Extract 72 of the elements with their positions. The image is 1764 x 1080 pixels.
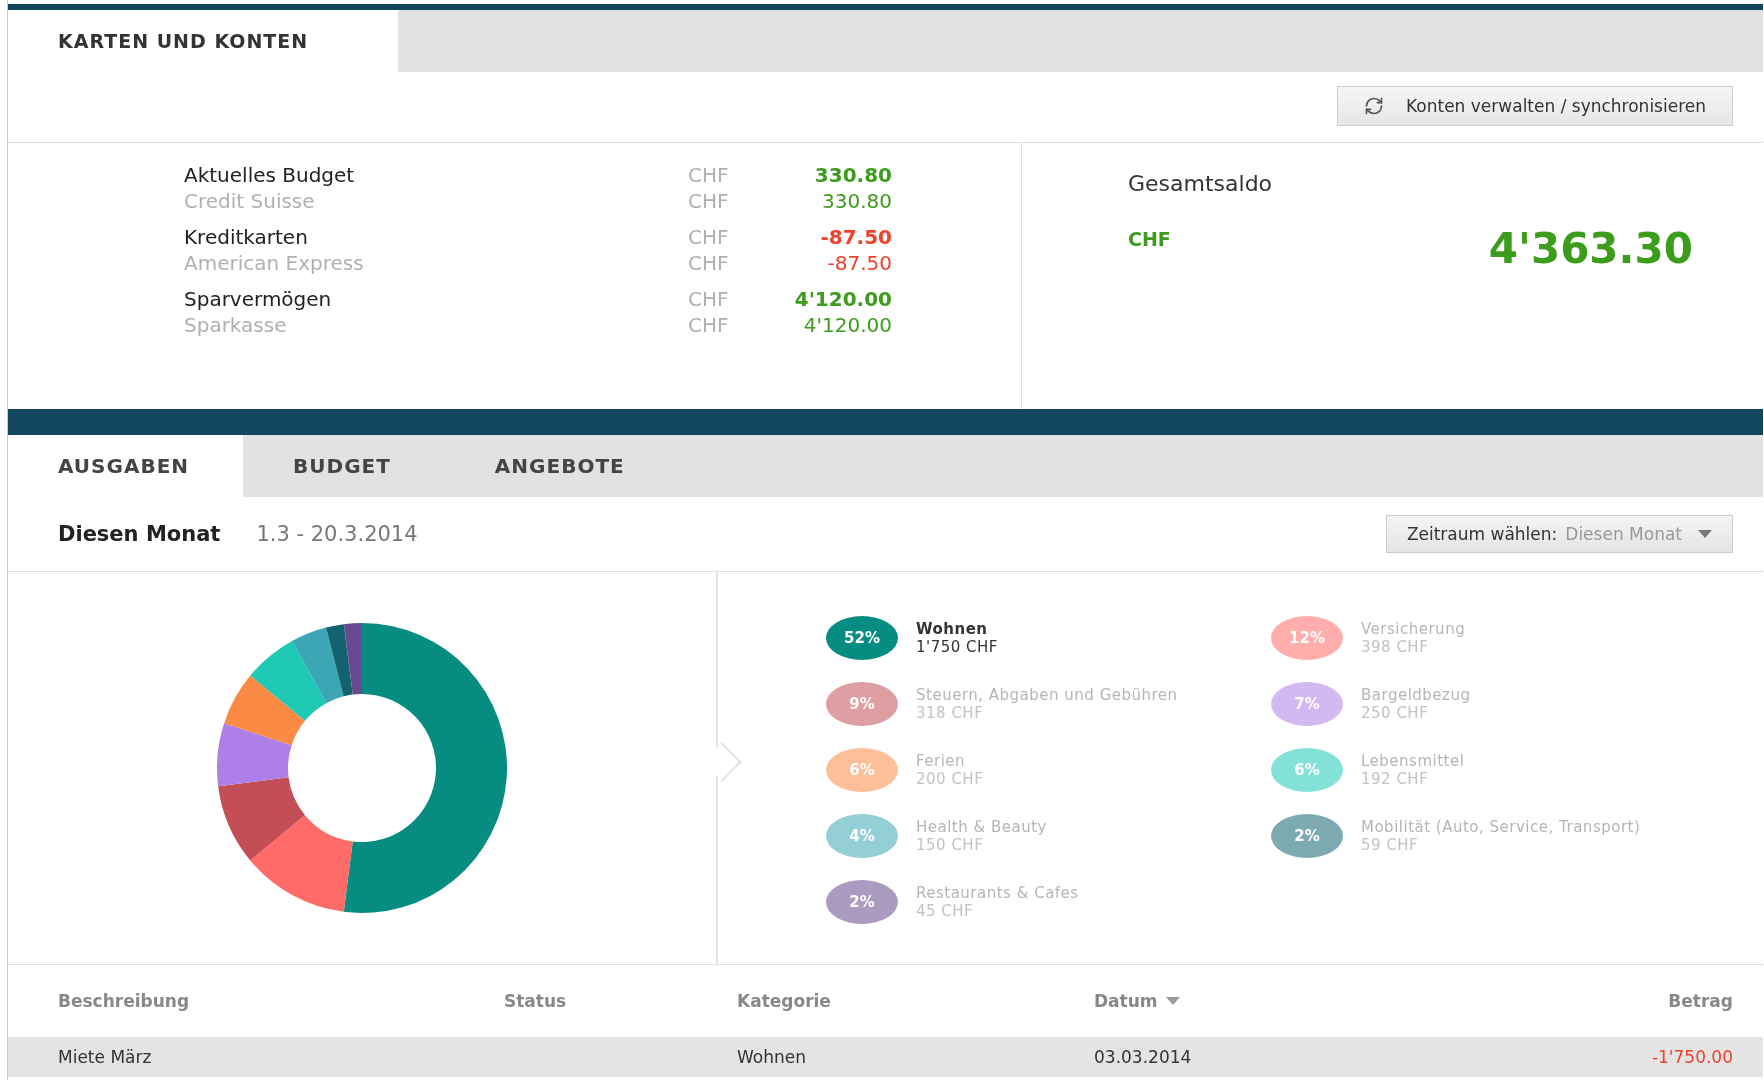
category-amount: 192 CHF	[1361, 770, 1430, 788]
group-amount: 330.80	[813, 163, 892, 187]
category-name: Mobilität (Auto, Service, Transport)	[1361, 818, 1641, 836]
category-amount: 250 CHF	[1361, 704, 1430, 722]
refresh-icon	[1364, 96, 1384, 116]
category-name: Lebensmittel	[1361, 752, 1465, 770]
total-label: Gesamtsaldo	[1128, 171, 1274, 196]
percent-badge[interactable]: 9%	[826, 682, 898, 726]
total-amount: 4'363.30	[1488, 224, 1693, 273]
table-cell-text: Miete März	[58, 1047, 153, 1067]
group-amount: 4'120.00	[793, 287, 892, 311]
period-title: Diesen Monat	[58, 522, 221, 546]
category-amount: 45 CHF	[916, 902, 975, 920]
tab[interactable]: AUSGABEN	[8, 435, 244, 497]
period-dropdown[interactable]: Zeitraum wählen: Diesen Monat	[1385, 515, 1733, 553]
bank-name: Sparkasse	[184, 313, 288, 337]
column-header[interactable]: Betrag	[1533, 991, 1733, 1011]
donut-slice[interactable]	[325, 624, 353, 697]
donut-slice[interactable]	[250, 815, 353, 912]
category-name: Versicherung	[1361, 620, 1466, 638]
category-amount: 200 CHF	[916, 770, 984, 788]
column-header[interactable]: Beschreibung	[58, 991, 504, 1011]
account-group-name: Kreditkarten	[184, 225, 309, 249]
category-amount: 398 CHF	[1361, 638, 1430, 656]
category-amount: 1'750 CHF	[916, 638, 998, 656]
percent-badge[interactable]: 2%	[826, 880, 898, 924]
category-amount: 59 CHF	[1361, 836, 1420, 854]
table-row[interactable]: Miete März Wohnen 03.03.2014 -1'750.00	[8, 1037, 1763, 1077]
bank-name: American Express	[184, 251, 365, 275]
sort-caret-icon	[1165, 997, 1180, 1005]
currency: CHF	[1128, 228, 1171, 250]
donut-slice[interactable]	[218, 777, 305, 861]
currency: CHF	[688, 225, 730, 249]
category-name: Health & Beauty	[916, 818, 1047, 836]
table-cell-text: 03.03.2014	[1094, 1047, 1193, 1067]
category-amount: 150 CHF	[916, 836, 985, 854]
account-amount: -87.50	[826, 251, 892, 275]
tab[interactable]: KARTEN UND KONTEN	[8, 10, 398, 72]
account-amount: 4'120.00	[802, 313, 892, 337]
percent-badge[interactable]: 52%	[826, 616, 898, 660]
category-amount: 318 CHF	[916, 704, 985, 722]
column-header[interactable]: Kategorie	[737, 991, 1094, 1011]
currency: CHF	[688, 287, 730, 311]
tab[interactable]: ANGEBOTE	[444, 435, 679, 497]
donut-slice[interactable]	[250, 640, 327, 721]
table-cell-text: Wohnen	[737, 1047, 807, 1067]
category-name: Wohnen	[916, 620, 989, 638]
caret-icon	[1698, 530, 1712, 538]
date-range: 1.3 - 20.3.2014	[256, 522, 419, 546]
donut-slice[interactable]	[292, 627, 344, 704]
tab[interactable]: BUDGET	[243, 435, 445, 497]
column-header[interactable]: Datum	[1094, 991, 1533, 1011]
category-name: Ferien	[916, 752, 967, 770]
currency: CHF	[688, 251, 730, 275]
currency: CHF	[688, 189, 730, 213]
percent-badge[interactable]: 2%	[1271, 814, 1343, 858]
group-amount: -87.50	[819, 225, 892, 249]
bank-name: Credit Suisse	[184, 189, 316, 213]
account-group-name: Aktuelles Budget	[184, 163, 356, 187]
currency: CHF	[688, 313, 730, 337]
account-group-name: Sparvermögen	[184, 287, 333, 311]
currency: CHF	[688, 163, 730, 187]
donut-slice[interactable]	[217, 723, 292, 787]
column-header[interactable]: Status	[504, 991, 737, 1011]
category-name: Bargeldbezug	[1361, 686, 1471, 704]
category-name: Steuern, Abgaben und Gebühren	[916, 686, 1178, 704]
table-cell-text: -1'750.00	[1650, 1047, 1733, 1067]
account-amount: 330.80	[821, 189, 892, 213]
donut-slice[interactable]	[343, 623, 507, 913]
donut-slice[interactable]	[224, 675, 305, 746]
sync-button[interactable]: Konten verwalten / synchronisieren	[1337, 86, 1733, 126]
category-name: Restaurants & Cafes	[916, 884, 1079, 902]
